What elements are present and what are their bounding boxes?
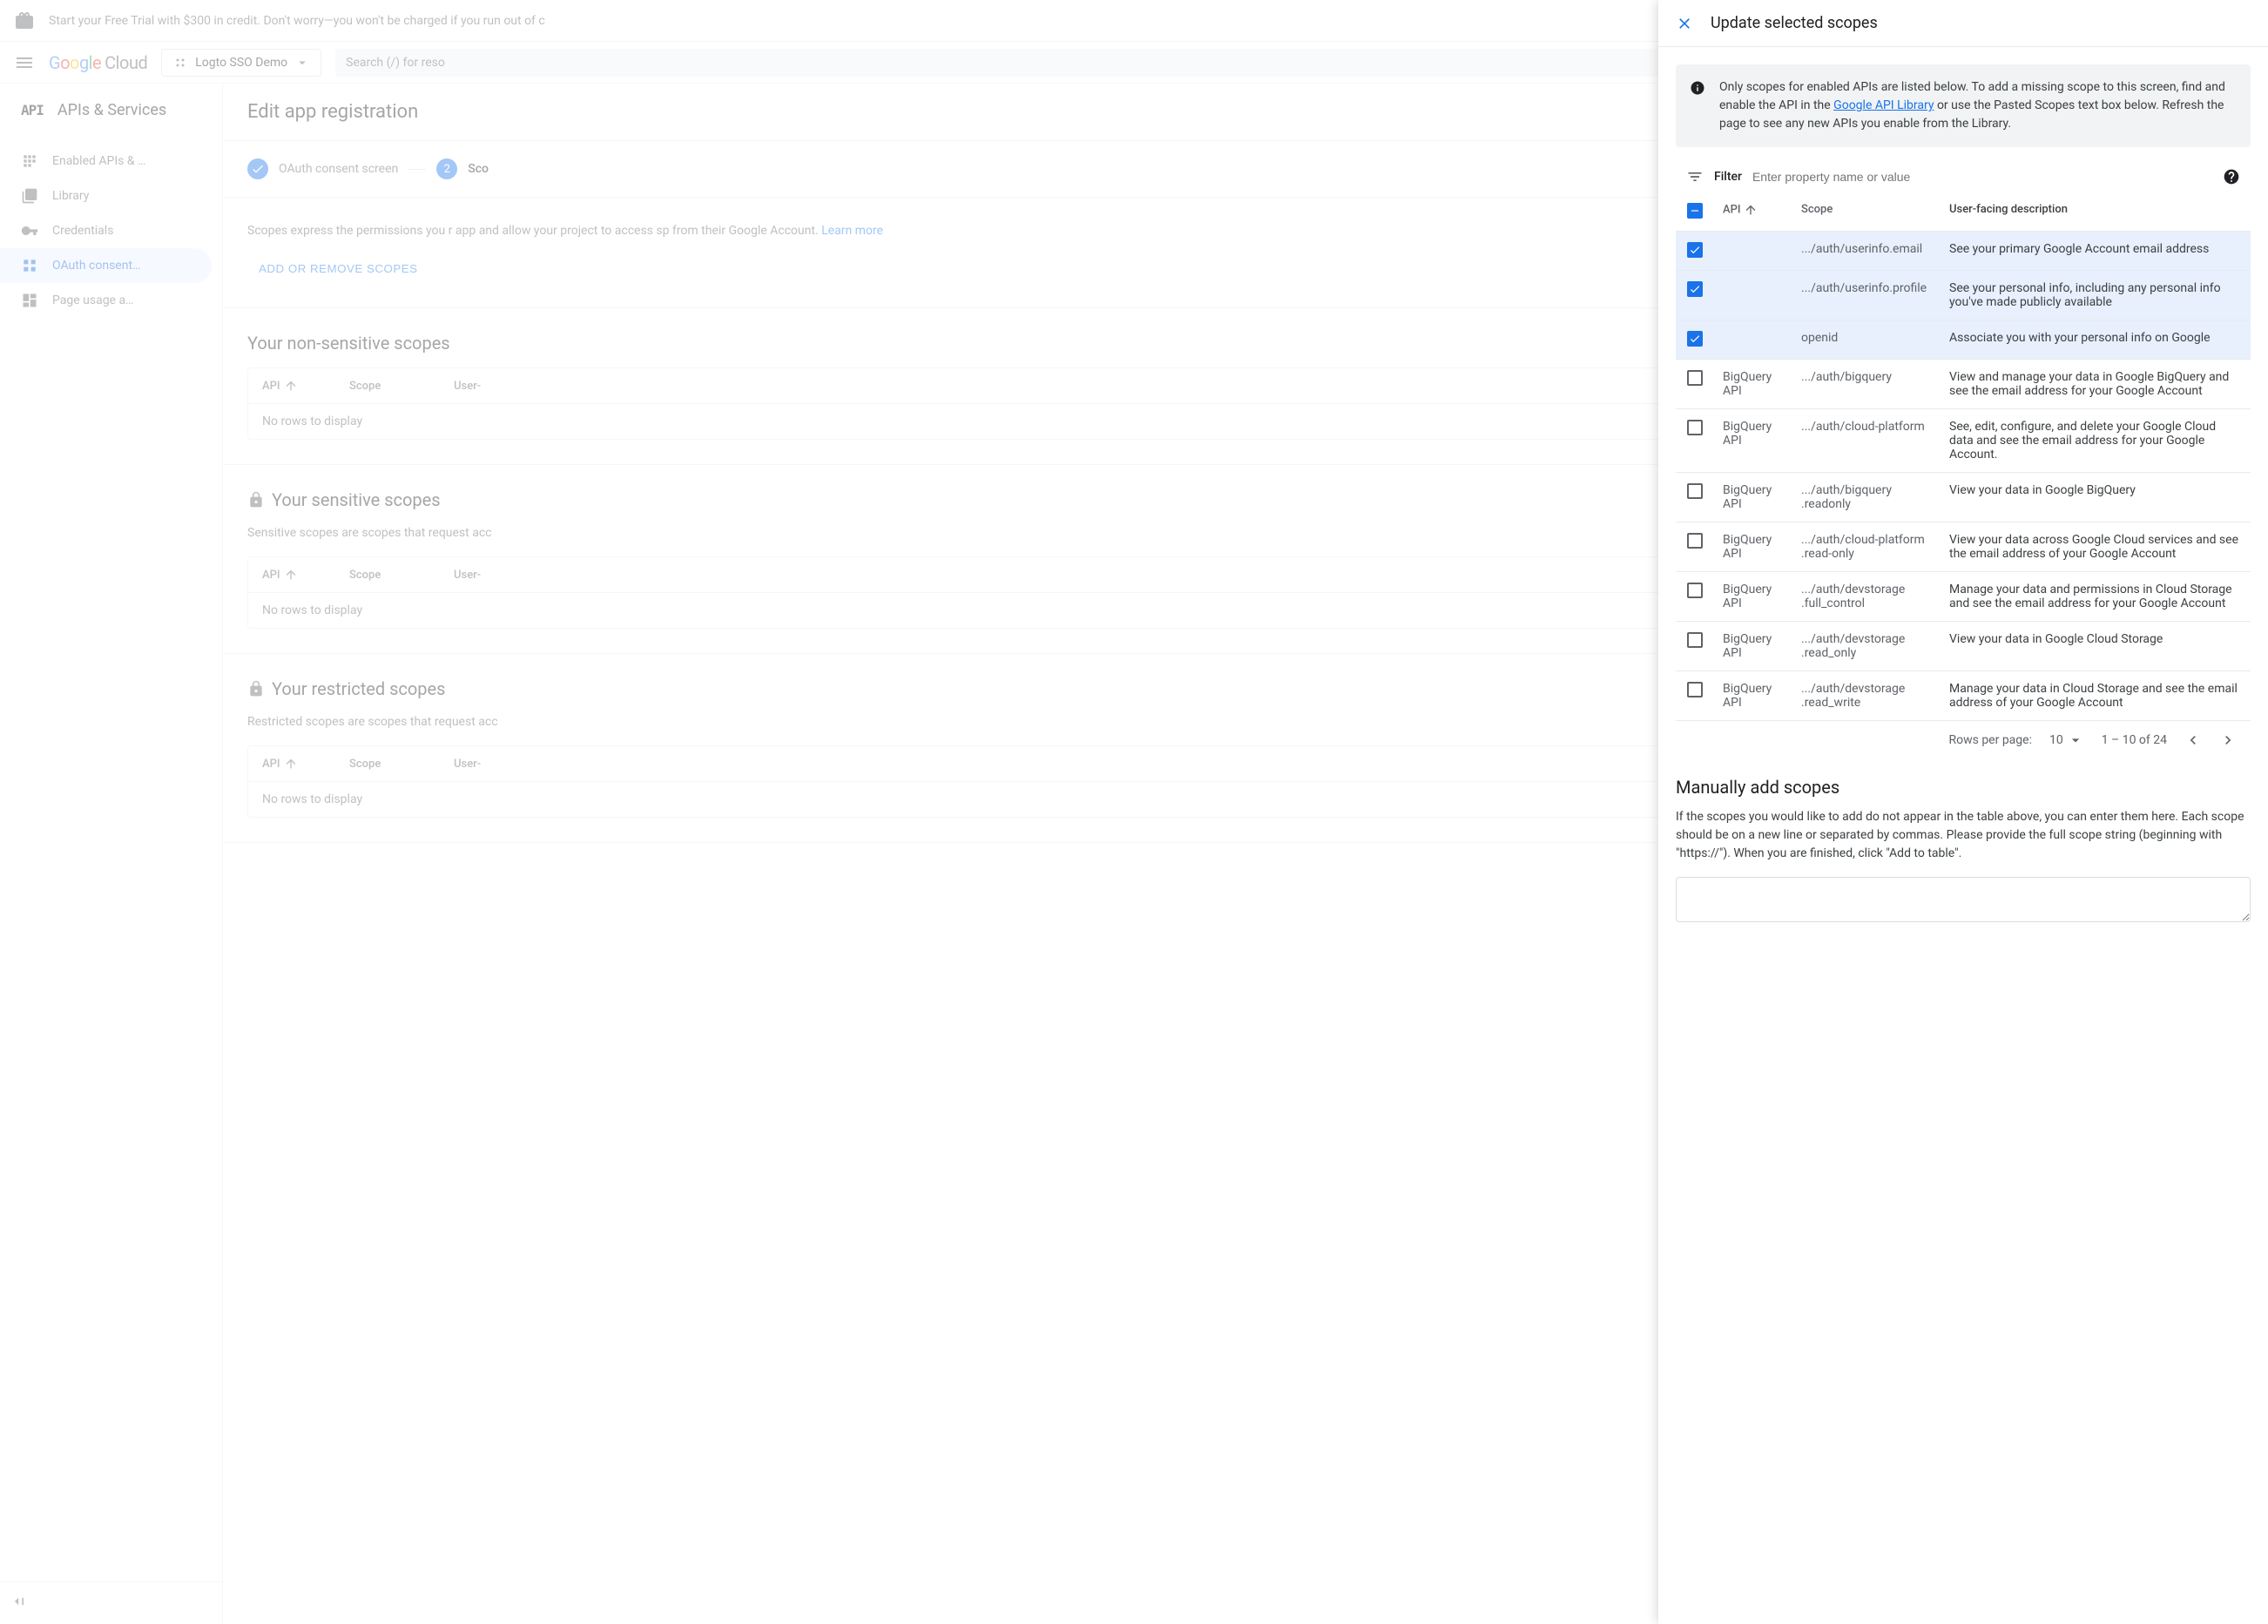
scope-api: BigQuery API [1714,409,1792,473]
select-all-checkbox[interactable] [1687,203,1703,219]
scope-path: .../auth/devstorage .read_only [1792,622,1941,671]
scope-description: See your primary Google Account email ad… [1941,232,2251,271]
update-scopes-panel: Update selected scopes Only scopes for e… [1658,0,2268,1624]
scope-api: BigQuery API [1714,360,1792,409]
scope-api: BigQuery API [1714,622,1792,671]
scope-checkbox[interactable] [1687,632,1703,648]
manual-add-desc: If the scopes you would like to add do n… [1676,808,2251,863]
manual-add-section: Manually add scopes If the scopes you wo… [1676,777,2251,926]
rows-per-page-selector[interactable]: 10 [2049,731,2084,749]
info-box: Only scopes for enabled APIs are listed … [1676,64,2251,147]
scope-checkbox[interactable] [1687,281,1703,297]
scope-checkbox[interactable] [1687,242,1703,258]
scope-description: Manage your data and permissions in Clou… [1941,572,2251,622]
scope-description: View your data in Google BigQuery [1941,473,2251,522]
scope-checkbox[interactable] [1687,370,1703,386]
scope-row: BigQuery API.../auth/devstorage .read_wr… [1676,671,2251,721]
scope-row: .../auth/userinfo.profileSee your person… [1676,271,2251,320]
scope-description: View and manage your data in Google BigQ… [1941,360,2251,409]
manual-scopes-textarea[interactable] [1676,877,2251,922]
scope-path: openid [1792,320,1941,360]
pagination: Rows per page: 10 1 – 10 of 24 [1676,721,2251,759]
page-range: 1 – 10 of 24 [2102,733,2167,747]
scope-row: BigQuery API.../auth/bigqueryView and ma… [1676,360,2251,409]
scope-row: .../auth/userinfo.emailSee your primary … [1676,232,2251,271]
filter-row: Filter [1676,161,2251,192]
scope-path: .../auth/bigquery .readonly [1792,473,1941,522]
scope-description: See, edit, configure, and delete your Go… [1941,409,2251,473]
scope-row: openidAssociate you with your personal i… [1676,320,2251,360]
rows-per-page-label: Rows per page: [1948,733,2031,747]
panel-title: Update selected scopes [1711,14,1878,32]
scope-path: .../auth/userinfo.profile [1792,271,1941,320]
manual-add-title: Manually add scopes [1676,777,2251,798]
scope-api: BigQuery API [1714,522,1792,572]
scope-description: Manage your data in Cloud Storage and se… [1941,671,2251,721]
api-library-link[interactable]: Google API Library [1833,98,1934,112]
info-icon [1690,80,1705,96]
scope-checkbox[interactable] [1687,483,1703,499]
scope-api: BigQuery API [1714,572,1792,622]
filter-icon[interactable] [1686,168,1704,185]
scope-row: BigQuery API.../auth/bigquery .readonlyV… [1676,473,2251,522]
scope-path: .../auth/cloud-platform .read-only [1792,522,1941,572]
help-icon[interactable] [2223,168,2240,185]
scope-description: View your data across Google Cloud servi… [1941,522,2251,572]
scope-description: View your data in Google Cloud Storage [1941,622,2251,671]
scope-checkbox[interactable] [1687,583,1703,598]
filter-label: Filter [1714,170,1742,184]
filter-input[interactable] [1752,170,2212,184]
scope-path: .../auth/devstorage .full_control [1792,572,1941,622]
sort-up-icon[interactable] [1744,203,1758,217]
scope-path: .../auth/bigquery [1792,360,1941,409]
scope-row: BigQuery API.../auth/devstorage .full_co… [1676,572,2251,622]
scope-api [1714,271,1792,320]
scope-api: BigQuery API [1714,671,1792,721]
scope-checkbox[interactable] [1687,533,1703,549]
next-page-icon[interactable] [2219,731,2237,749]
scope-row: BigQuery API.../auth/cloud-platform .rea… [1676,522,2251,572]
scope-row: BigQuery API.../auth/devstorage .read_on… [1676,622,2251,671]
scopes-table: API Scope User-facing description .../au… [1676,192,2251,721]
scope-path: .../auth/userinfo.email [1792,232,1941,271]
prev-page-icon[interactable] [2184,731,2202,749]
scope-description: See your personal info, including any pe… [1941,271,2251,320]
scope-checkbox[interactable] [1687,331,1703,347]
scope-api: BigQuery API [1714,473,1792,522]
caret-down-icon [2067,731,2084,749]
scope-checkbox[interactable] [1687,682,1703,697]
scope-checkbox[interactable] [1687,420,1703,435]
close-icon[interactable] [1676,15,1693,32]
scope-description: Associate you with your personal info on… [1941,320,2251,360]
scope-api [1714,232,1792,271]
scope-row: BigQuery API.../auth/cloud-platformSee, … [1676,409,2251,473]
scope-path: .../auth/cloud-platform [1792,409,1941,473]
scope-api [1714,320,1792,360]
scope-path: .../auth/devstorage .read_write [1792,671,1941,721]
